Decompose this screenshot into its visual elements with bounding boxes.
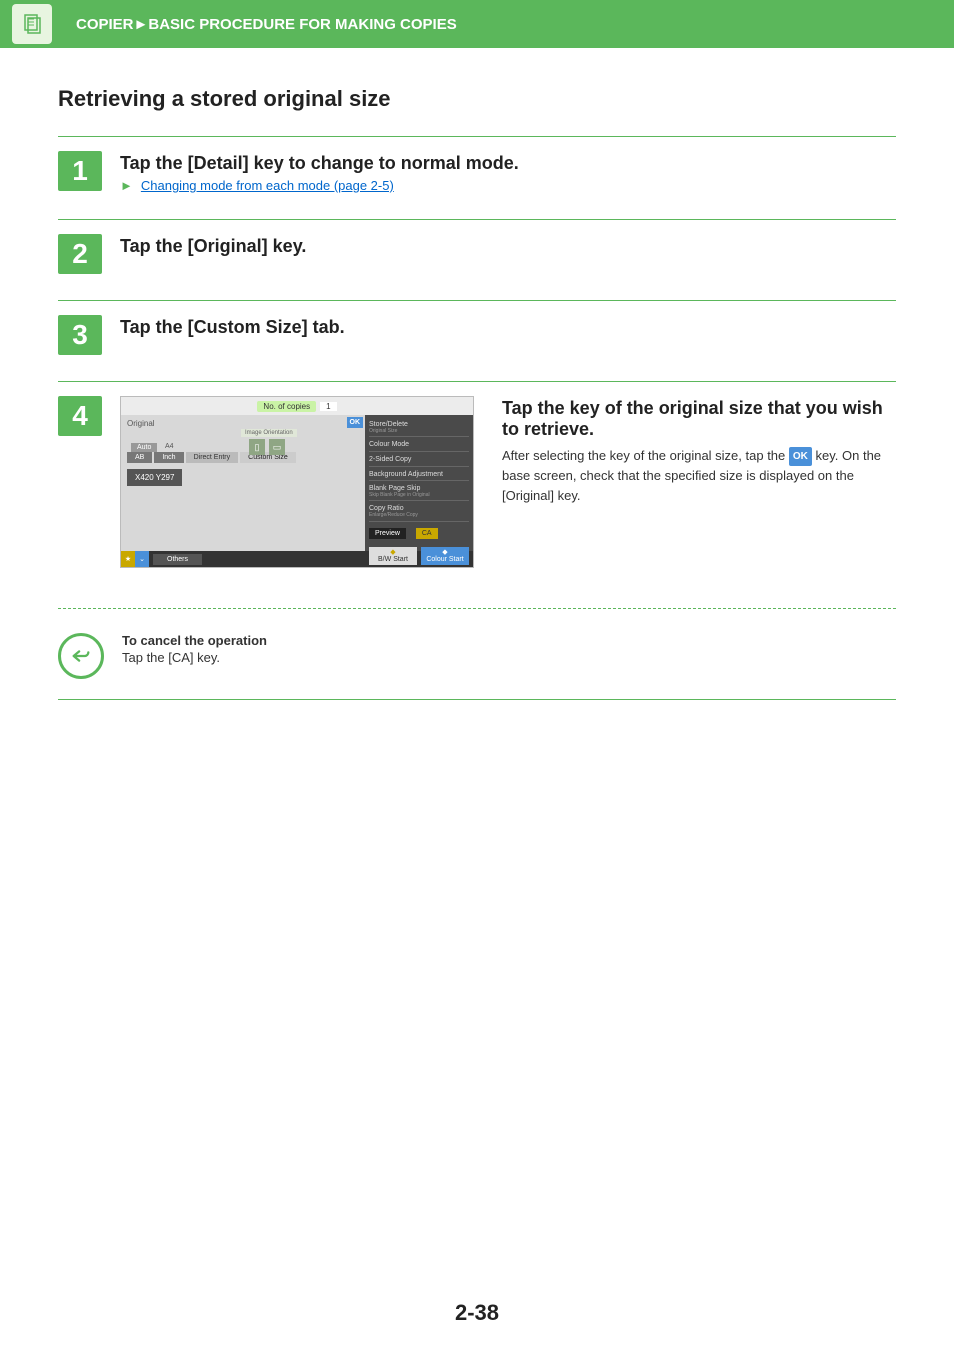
diamond-icon: ◆	[390, 549, 395, 556]
desc-part-a: After selecting the key of the original …	[502, 448, 789, 463]
sidebar-blank-skip[interactable]: Blank Page Skip Skip Blank Page in Origi…	[369, 483, 469, 501]
colour-sub: Start	[449, 556, 464, 563]
page-number: 2-38	[58, 1300, 896, 1356]
auto-button[interactable]: Auto	[131, 443, 157, 452]
ok-button[interactable]: OK	[347, 417, 364, 428]
copies-label: No. of copies	[257, 401, 316, 412]
sidebar-colour-mode[interactable]: Colour Mode	[369, 439, 469, 452]
step-number-1: 1	[58, 151, 102, 191]
colour-label: Colour	[426, 556, 447, 563]
sidebar-store-delete[interactable]: Store/Delete Original Size	[369, 419, 469, 437]
step-number-3: 3	[58, 315, 102, 355]
step-1: 1 Tap the [Detail] key to change to norm…	[58, 137, 896, 219]
step-1-heading: Tap the [Detail] key to change to normal…	[120, 153, 896, 174]
sidebar-2sided[interactable]: 2-Sided Copy	[369, 454, 469, 467]
back-arrow-icon	[58, 633, 104, 679]
a4-label: A4	[165, 443, 174, 450]
section-title: Retrieving a stored original size	[58, 86, 896, 112]
step-number-2: 2	[58, 234, 102, 274]
chevron-down-icon[interactable]: ⌄	[135, 551, 149, 567]
document-stack-icon	[20, 12, 44, 36]
copy-ratio-sub: Enlarge/Reduce Copy	[369, 513, 469, 519]
sidebar-background[interactable]: Background Adjustment	[369, 469, 469, 482]
diamond-icon: ◆	[442, 549, 447, 556]
orientation-portrait-icon[interactable]: ▯	[249, 439, 265, 455]
bw-start-button[interactable]: ◆ B/W Start	[369, 547, 417, 565]
changing-mode-link[interactable]: Changing mode from each mode (page 2-5)	[141, 178, 394, 193]
copier-icon	[12, 4, 52, 44]
note-title: To cancel the operation	[122, 633, 267, 648]
breadcrumb-sep: ►	[134, 16, 149, 33]
device-screenshot: No. of copies 1 Original OK Image Orient…	[120, 396, 474, 568]
step-2-heading: Tap the [Original] key.	[120, 236, 896, 257]
step-2: 2 Tap the [Original] key.	[58, 220, 896, 300]
copies-value[interactable]: 1	[320, 402, 336, 411]
panel-title: Original	[127, 419, 359, 428]
header-bar: COPIER ► BASIC PROCEDURE FOR MAKING COPI…	[0, 0, 954, 48]
colour-start-button[interactable]: ◆ Colour Start	[421, 547, 469, 565]
blank-skip-sub: Skip Blank Page in Original	[369, 493, 469, 499]
step-4-heading: Tap the key of the original size that yo…	[502, 398, 896, 440]
dashed-divider	[58, 608, 896, 609]
breadcrumb-page[interactable]: BASIC PROCEDURE FOR MAKING COPIES	[148, 16, 456, 33]
others-button[interactable]: Others	[153, 554, 202, 565]
bw-sub: Start	[393, 556, 408, 563]
sidebar-copy-ratio[interactable]: Copy Ratio Enlarge/Reduce Copy	[369, 503, 469, 521]
step-3-heading: Tap the [Custom Size] tab.	[120, 317, 896, 338]
ok-key-icon: OK	[789, 447, 812, 466]
note-row: To cancel the operation Tap the [CA] key…	[58, 623, 896, 699]
step-4: 4 No. of copies 1 Original OK Image Orie…	[58, 382, 896, 594]
tab-direct-entry[interactable]: Direct Entry	[186, 452, 239, 463]
note-text: Tap the [CA] key.	[122, 650, 267, 665]
step-number-4: 4	[58, 396, 102, 436]
orientation-landscape-icon[interactable]: ▭	[269, 439, 285, 455]
link-arrow-icon: ►	[120, 178, 133, 193]
breadcrumb-section[interactable]: COPIER	[76, 16, 134, 33]
step-4-description: After selecting the key of the original …	[502, 446, 896, 505]
ca-button[interactable]: CA	[416, 528, 438, 539]
preview-button[interactable]: Preview	[369, 528, 406, 539]
bw-label: B/W	[378, 556, 391, 563]
divider	[58, 699, 896, 700]
star-icon[interactable]: ★	[121, 551, 135, 567]
image-orientation-label: Image Orientation	[241, 429, 297, 437]
store-delete-sub: Original Size	[369, 429, 469, 435]
stored-size-button[interactable]: X420 Y297	[127, 469, 182, 486]
tab-inch[interactable]: Inch	[154, 452, 183, 463]
step-3: 3 Tap the [Custom Size] tab.	[58, 301, 896, 381]
tab-ab[interactable]: AB	[127, 452, 152, 463]
